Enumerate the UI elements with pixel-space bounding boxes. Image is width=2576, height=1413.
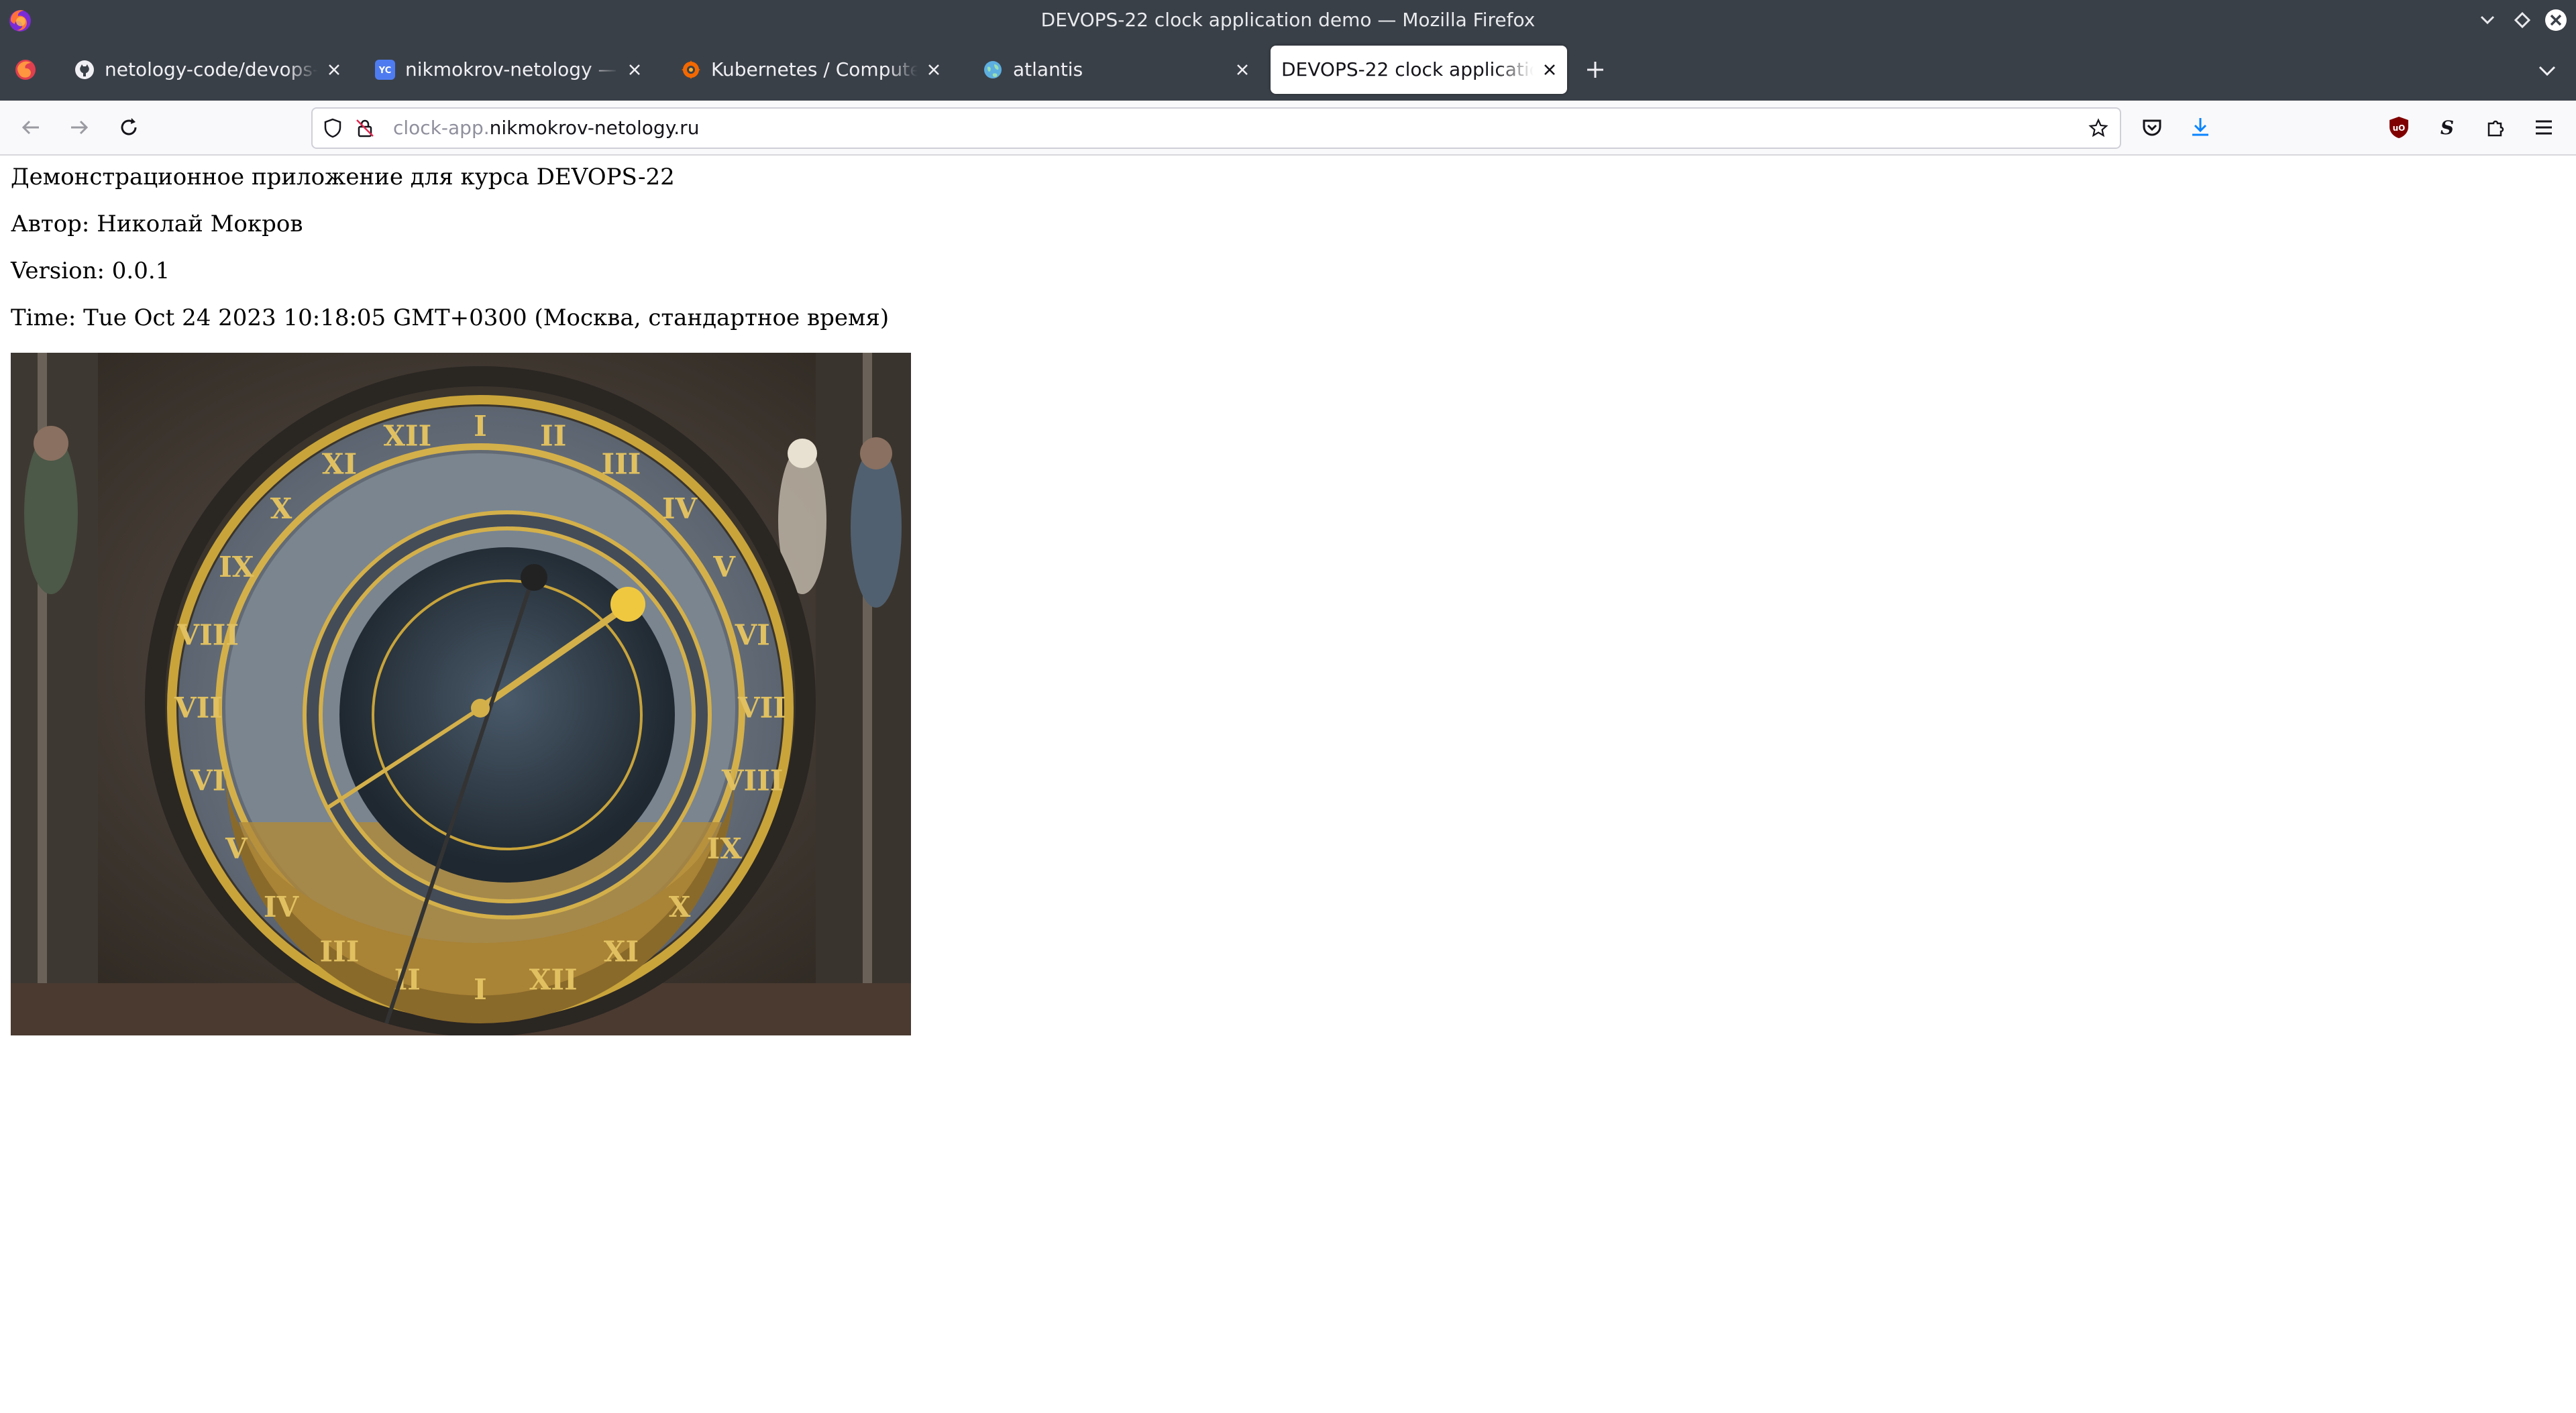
maximize-diamond-icon[interactable] (2510, 8, 2534, 32)
dial-numeral: X (270, 492, 292, 525)
dial-numeral: VIII (177, 618, 239, 651)
dial-numeral: V (712, 551, 736, 583)
dial-numeral: XII (529, 964, 578, 997)
ublock-origin-icon[interactable]: uO (2385, 114, 2412, 141)
firefox-view-icon[interactable] (12, 56, 39, 83)
window-close-icon[interactable] (2544, 8, 2568, 32)
dial-numeral: VIII (721, 765, 784, 797)
dial-numeral: IV (264, 891, 300, 923)
dial-numeral: I (474, 410, 487, 443)
window-titlebar: DEVOPS-22 clock application demo — Mozil… (0, 0, 2576, 40)
svg-text:YC: YC (378, 66, 392, 76)
tab-label: DEVOPS-22 clock application demo (1281, 58, 1534, 80)
dial-numeral: XII (383, 419, 431, 452)
tab-yandex-cloud[interactable]: YC nikmokrov-netology — Задачи (362, 46, 652, 94)
tracking-shield-icon[interactable] (322, 117, 343, 139)
navigation-toolbar: clock-app.nikmokrov-netology.ru uO S (0, 101, 2576, 156)
back-arrow-icon[interactable] (17, 114, 44, 141)
extensions-puzzle-icon[interactable] (2482, 114, 2509, 141)
dial-numeral: VII (174, 691, 223, 724)
astronomical-clock-image: I II III IV V VI VII VIII IX X XI XII I II III IV V VI VII… (11, 353, 911, 1035)
tab-close-icon[interactable] (924, 60, 943, 79)
address-bar[interactable]: clock-app.nikmokrov-netology.ru (311, 107, 2121, 149)
list-all-tabs-chevron-icon[interactable] (2534, 58, 2560, 83)
tab-close-icon[interactable] (1233, 60, 1252, 79)
url-text[interactable]: clock-app.nikmokrov-netology.ru (393, 109, 699, 148)
yandex-cloud-icon: YC (375, 60, 395, 80)
astronomical-clock-picture: I IIIIIIVVVIVIIVIIIIXXXIXIIIIIIIIIVVVIVII… (11, 353, 911, 1035)
tab-label: atlantis (1013, 58, 1083, 80)
svg-text:S: S (2440, 117, 2454, 139)
tab-clock-app[interactable]: DEVOPS-22 clock application demo (1271, 46, 1567, 94)
globe-icon (984, 61, 1002, 78)
dial-numeral: II (540, 419, 566, 452)
insecure-lock-icon[interactable] (354, 117, 376, 139)
time-line: Time: Tue Oct 24 2023 10:18:05 GMT+0300 … (11, 304, 890, 331)
version-line: Version: 0.0.1 (11, 258, 170, 284)
dial-numeral: III (602, 447, 641, 480)
pocket-icon[interactable] (2139, 114, 2165, 141)
minimize-chevron-icon[interactable] (2475, 8, 2500, 32)
bookmark-star-icon[interactable] (2088, 117, 2109, 139)
tab-label: Kubernetes / Compute Resources (711, 58, 918, 80)
hamburger-menu-icon[interactable] (2530, 114, 2557, 141)
tab-close-icon[interactable] (1540, 60, 1559, 79)
tab-grafana[interactable]: Kubernetes / Compute Resources (668, 46, 951, 94)
tab-github[interactable]: netology-code/devops-diploma (62, 46, 352, 94)
dial-numeral: X (669, 891, 691, 923)
dial-numeral: VI (190, 765, 225, 797)
new-tab-plus-icon[interactable] (1582, 56, 1609, 83)
svg-text:uO: uO (2393, 123, 2406, 133)
dial-numeral: IX (707, 832, 743, 865)
dial-numeral: XI (604, 936, 639, 968)
tab-close-icon[interactable] (325, 60, 343, 79)
tab-label: nikmokrov-netology — Задачи (405, 58, 619, 80)
dial-numeral: I (474, 973, 487, 1006)
forward-arrow-icon[interactable] (66, 114, 93, 141)
grafana-icon (682, 60, 700, 79)
tab-close-icon[interactable] (625, 60, 644, 79)
dial-numeral: IV (662, 492, 698, 525)
dial-numeral: IX (219, 551, 254, 583)
url-subdomain: clock-app. (393, 117, 490, 139)
url-domain: nikmokrov-netology.ru (489, 117, 700, 139)
tab-atlantis[interactable]: atlantis (970, 46, 1260, 94)
extension-s-icon[interactable]: S (2434, 114, 2461, 141)
dial-numeral: VI (735, 618, 770, 651)
dial-numeral: XI (322, 447, 357, 480)
dial-numeral: III (320, 936, 360, 968)
dial-numeral: VII (737, 691, 786, 724)
tab-strip: netology-code/devops-diploma YC nikmokro… (0, 40, 2576, 101)
author-line: Автор: Николай Мокров (11, 211, 303, 237)
page-content: Демонстрационное приложение для курса DE… (0, 156, 2576, 1413)
tab-label: netology-code/devops-diploma (105, 58, 318, 80)
downloads-icon[interactable] (2187, 114, 2214, 141)
page-heading: Демонстрационное приложение для курса DE… (11, 164, 675, 190)
github-icon (75, 60, 94, 79)
reload-icon[interactable] (115, 114, 142, 141)
dial-numeral: V (225, 832, 248, 865)
window-title: DEVOPS-22 clock application demo — Mozil… (1040, 9, 1536, 31)
